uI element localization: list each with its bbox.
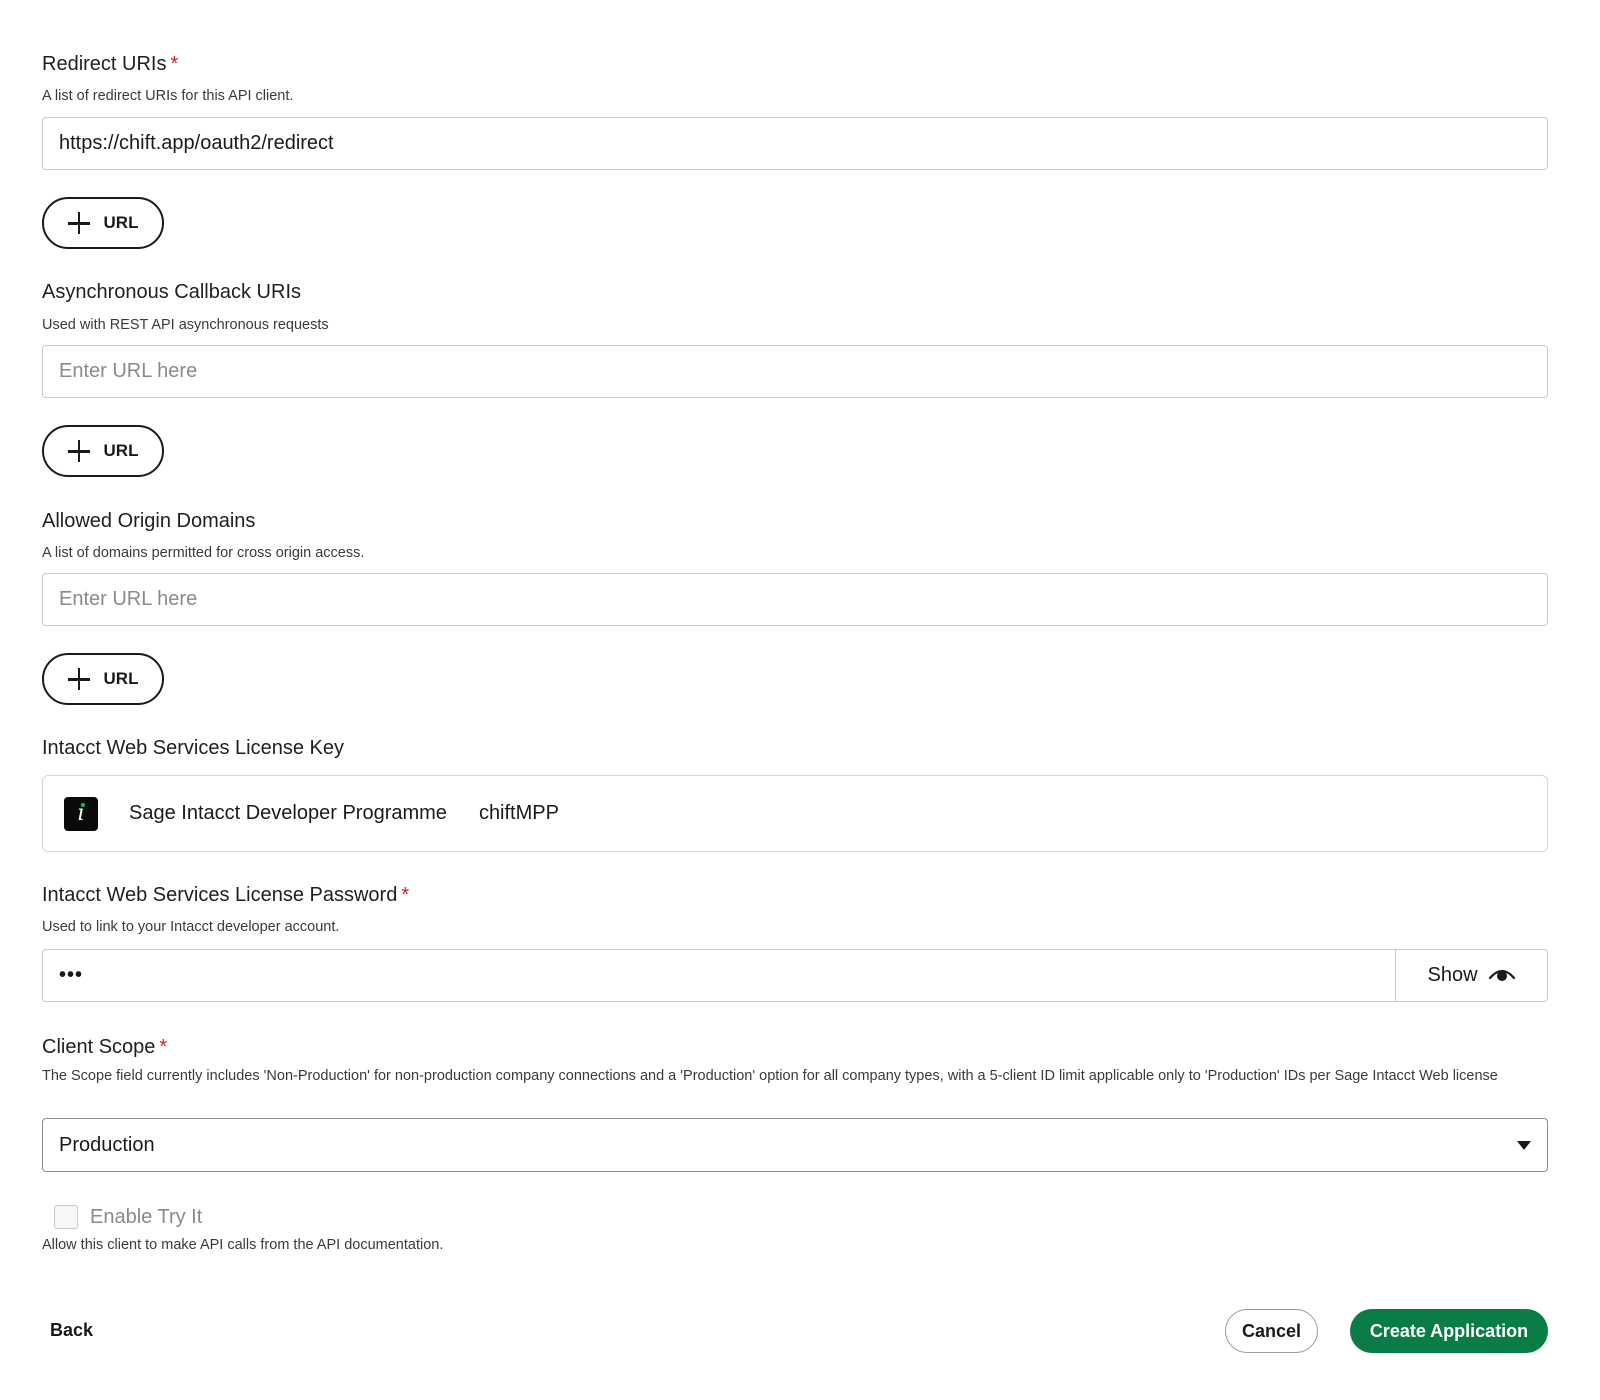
enable-try-it-checkbox[interactable] xyxy=(54,1205,78,1229)
callback-uris-label: Asynchronous Callback URIs xyxy=(42,281,301,303)
callback-uri-input[interactable]: Enter URL here xyxy=(42,345,1548,398)
add-redirect-url-label: URL xyxy=(103,213,139,232)
required-marker: * xyxy=(170,53,179,75)
add-origin-url-button[interactable]: URL xyxy=(42,653,164,705)
required-marker: * xyxy=(401,884,410,906)
origin-domains-label: Allowed Origin Domains xyxy=(42,510,256,532)
client-scope-label: Client Scope * xyxy=(42,1036,167,1059)
license-name: Sage Intacct Developer Programme xyxy=(129,802,447,824)
plus-icon xyxy=(67,668,90,690)
license-id: chiftMPP xyxy=(478,802,559,824)
license-password-input[interactable]: ••• xyxy=(43,950,1395,1001)
plus-icon xyxy=(67,440,90,462)
license-key-card: i Sage Intacct Developer Programme chift… xyxy=(42,775,1548,852)
show-password-button[interactable]: Show xyxy=(1395,950,1547,1001)
license-password-field: ••• Show xyxy=(42,949,1548,1002)
license-password-label: Intacct Web Services License Password * xyxy=(42,884,409,907)
sage-intacct-logo-icon: i xyxy=(64,796,98,831)
license-password-label-text: Intacct Web Services License Password xyxy=(42,884,398,906)
client-scope-select[interactable]: Production xyxy=(42,1118,1548,1172)
redirect-uris-label: Redirect URIs * xyxy=(42,53,178,76)
required-marker: * xyxy=(159,1036,168,1058)
add-callback-url-label: URL xyxy=(103,441,139,460)
redirect-uris-helper: A list of redirect URIs for this API cli… xyxy=(42,88,294,104)
callback-uris-helper: Used with REST API asynchronous requests xyxy=(42,317,329,333)
add-redirect-url-button[interactable]: URL xyxy=(42,197,164,249)
client-scope-helper: The Scope field currently includes 'Non-… xyxy=(42,1068,1498,1084)
cancel-button[interactable]: Cancel xyxy=(1225,1309,1318,1353)
origin-domains-helper: A list of domains permitted for cross or… xyxy=(42,545,365,561)
enable-try-it-label: Enable Try It xyxy=(90,1205,203,1228)
client-scope-label-text: Client Scope xyxy=(42,1036,156,1058)
create-application-panel: Redirect URIs * A list of redirect URIs f… xyxy=(0,0,1600,1400)
enable-try-it-helper: Allow this client to make API calls from… xyxy=(42,1237,444,1253)
back-button[interactable]: Back xyxy=(50,1320,93,1341)
plus-icon xyxy=(67,212,90,234)
license-key-label: Intacct Web Services License Key xyxy=(42,737,344,759)
add-origin-url-label: URL xyxy=(103,669,139,688)
client-scope-selected: Production xyxy=(59,1133,155,1156)
license-password-helper: Used to link to your Intacct developer a… xyxy=(42,919,340,935)
origin-domain-input[interactable]: Enter URL here xyxy=(42,573,1548,626)
add-callback-url-button[interactable]: URL xyxy=(42,425,164,477)
redirect-uris-label-text: Redirect URIs xyxy=(42,53,167,75)
redirect-uri-input[interactable]: https://chift.app/oauth2/redirect xyxy=(42,117,1548,170)
enable-try-it-row: Enable Try It xyxy=(54,1205,202,1229)
create-application-button[interactable]: Create Application xyxy=(1350,1309,1548,1353)
show-password-label: Show xyxy=(1427,964,1478,986)
caret-down-icon xyxy=(1517,1141,1531,1150)
eye-icon xyxy=(1488,964,1516,988)
